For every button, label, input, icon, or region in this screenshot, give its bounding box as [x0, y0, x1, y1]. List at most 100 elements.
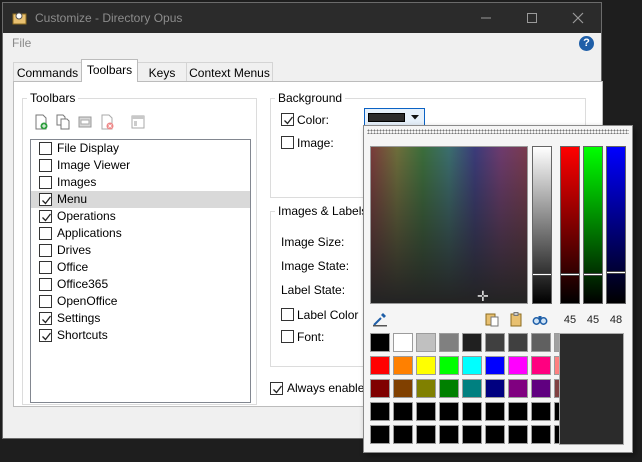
color-swatch-cell[interactable] — [416, 379, 436, 398]
list-item[interactable]: Menu — [31, 191, 250, 208]
color-swatch-cell[interactable] — [485, 333, 505, 352]
color-swatch-cell[interactable] — [439, 333, 459, 352]
color-swatch-cell[interactable] — [462, 379, 482, 398]
list-item[interactable]: File Display — [31, 140, 250, 157]
color-swatch-cell[interactable] — [370, 333, 390, 352]
color-swatch-cell[interactable] — [531, 402, 551, 421]
list-item-checkbox[interactable] — [39, 227, 52, 240]
list-item[interactable]: Settings — [31, 310, 250, 327]
brightness-slider[interactable] — [532, 146, 552, 304]
list-item[interactable]: OpenOffice — [31, 293, 250, 310]
list-item-checkbox[interactable] — [39, 295, 52, 308]
color-swatch-cell[interactable] — [370, 425, 390, 444]
color-swatch-cell[interactable] — [531, 425, 551, 444]
red-slider-thumb[interactable] — [561, 273, 579, 276]
help-icon[interactable]: ? — [579, 36, 594, 51]
color-swatch-cell[interactable] — [531, 356, 551, 375]
color-swatch-cell[interactable] — [531, 333, 551, 352]
list-item-checkbox[interactable] — [39, 244, 52, 257]
font-checkbox[interactable] — [281, 330, 294, 343]
color-swatch-cell[interactable] — [485, 379, 505, 398]
list-item-checkbox[interactable] — [39, 193, 52, 206]
maximize-button[interactable] — [509, 3, 555, 33]
image-checkbox[interactable] — [281, 136, 294, 149]
eyedropper-icon[interactable] — [372, 311, 388, 327]
list-item-checkbox[interactable] — [39, 142, 52, 155]
color-spectrum-field[interactable]: ✛ — [370, 146, 528, 304]
color-swatch-cell[interactable] — [462, 333, 482, 352]
color-swatch-cell[interactable] — [439, 425, 459, 444]
tab-toolbars[interactable]: Toolbars — [81, 59, 138, 82]
color-swatch-cell[interactable] — [439, 402, 459, 421]
list-item[interactable]: Drives — [31, 242, 250, 259]
blue-slider-thumb[interactable] — [607, 271, 625, 274]
color-swatch-cell[interactable] — [393, 425, 413, 444]
menu-file[interactable]: File — [12, 36, 31, 50]
color-swatch-cell[interactable] — [416, 402, 436, 421]
popup-grip[interactable] — [367, 129, 629, 134]
delete-toolbar-icon[interactable] — [99, 114, 115, 130]
list-item[interactable]: Image Viewer — [31, 157, 250, 174]
color-swatch-cell[interactable] — [393, 402, 413, 421]
toolbars-list[interactable]: File Display Image Viewer Images Menu Operat… — [30, 139, 251, 403]
color-swatch-cell[interactable] — [485, 425, 505, 444]
brightness-slider-thumb[interactable] — [533, 273, 551, 276]
list-item-checkbox[interactable] — [39, 261, 52, 274]
list-item[interactable]: Office — [31, 259, 250, 276]
list-item-checkbox[interactable] — [39, 176, 52, 189]
color-swatch-cell[interactable] — [416, 356, 436, 375]
list-item[interactable]: Images — [31, 174, 250, 191]
color-swatch-cell[interactable] — [485, 356, 505, 375]
tab-commands[interactable]: Commands — [13, 62, 82, 82]
list-item[interactable]: Office365 — [31, 276, 250, 293]
close-button[interactable] — [555, 3, 601, 33]
color-swatch-cell[interactable] — [531, 379, 551, 398]
properties-icon[interactable] — [130, 114, 146, 130]
list-item-checkbox[interactable] — [39, 278, 52, 291]
color-swatch-cell[interactable] — [416, 333, 436, 352]
tab-context-menus[interactable]: Context Menus — [186, 62, 273, 82]
green-slider-thumb[interactable] — [584, 273, 602, 276]
tab-keys[interactable]: Keys — [137, 62, 187, 82]
green-slider[interactable] — [583, 146, 603, 304]
color-swatch-cell[interactable] — [439, 356, 459, 375]
minimize-button[interactable] — [463, 3, 509, 33]
color-swatch-cell[interactable] — [485, 402, 505, 421]
new-toolbar-icon[interactable] — [33, 114, 49, 130]
list-item[interactable]: Operations — [31, 208, 250, 225]
color-swatch-cell[interactable] — [370, 402, 390, 421]
color-swatch-cell[interactable] — [508, 379, 528, 398]
color-swatch-cell[interactable] — [393, 356, 413, 375]
list-item-checkbox[interactable] — [39, 159, 52, 172]
paste-color-icon[interactable] — [484, 311, 500, 327]
always-enable-checkbox[interactable] — [270, 382, 283, 395]
color-swatch-cell[interactable] — [393, 333, 413, 352]
color-swatch-cell[interactable] — [370, 356, 390, 375]
title-bar[interactable]: Customize - Directory Opus — [3, 3, 601, 33]
clipboard-icon[interactable] — [508, 311, 524, 327]
color-swatch-cell[interactable] — [370, 379, 390, 398]
color-swatch-cell[interactable] — [439, 379, 459, 398]
list-item-checkbox[interactable] — [39, 329, 52, 342]
list-item-checkbox[interactable] — [39, 312, 52, 325]
color-swatch-cell[interactable] — [462, 356, 482, 375]
color-picker-popup[interactable]: ✛ 45 45 48 — [363, 125, 633, 453]
color-swatch-cell[interactable] — [508, 402, 528, 421]
color-swatch-cell[interactable] — [462, 425, 482, 444]
red-slider[interactable] — [560, 146, 580, 304]
color-swatch-cell[interactable] — [508, 425, 528, 444]
binoculars-icon[interactable] — [532, 311, 548, 327]
copy-toolbar-icon[interactable] — [55, 114, 71, 130]
blue-slider[interactable] — [606, 146, 626, 304]
list-item[interactable]: Applications — [31, 225, 250, 242]
color-swatch-cell[interactable] — [393, 379, 413, 398]
list-item[interactable]: Shortcuts — [31, 327, 250, 344]
color-swatch-cell[interactable] — [462, 402, 482, 421]
list-item-checkbox[interactable] — [39, 210, 52, 223]
label-color-checkbox[interactable] — [281, 308, 294, 321]
color-swatch-cell[interactable] — [508, 356, 528, 375]
color-checkbox[interactable] — [281, 113, 294, 126]
color-swatch-cell[interactable] — [508, 333, 528, 352]
save-toolbar-icon[interactable] — [77, 114, 93, 130]
color-swatch-cell[interactable] — [416, 425, 436, 444]
